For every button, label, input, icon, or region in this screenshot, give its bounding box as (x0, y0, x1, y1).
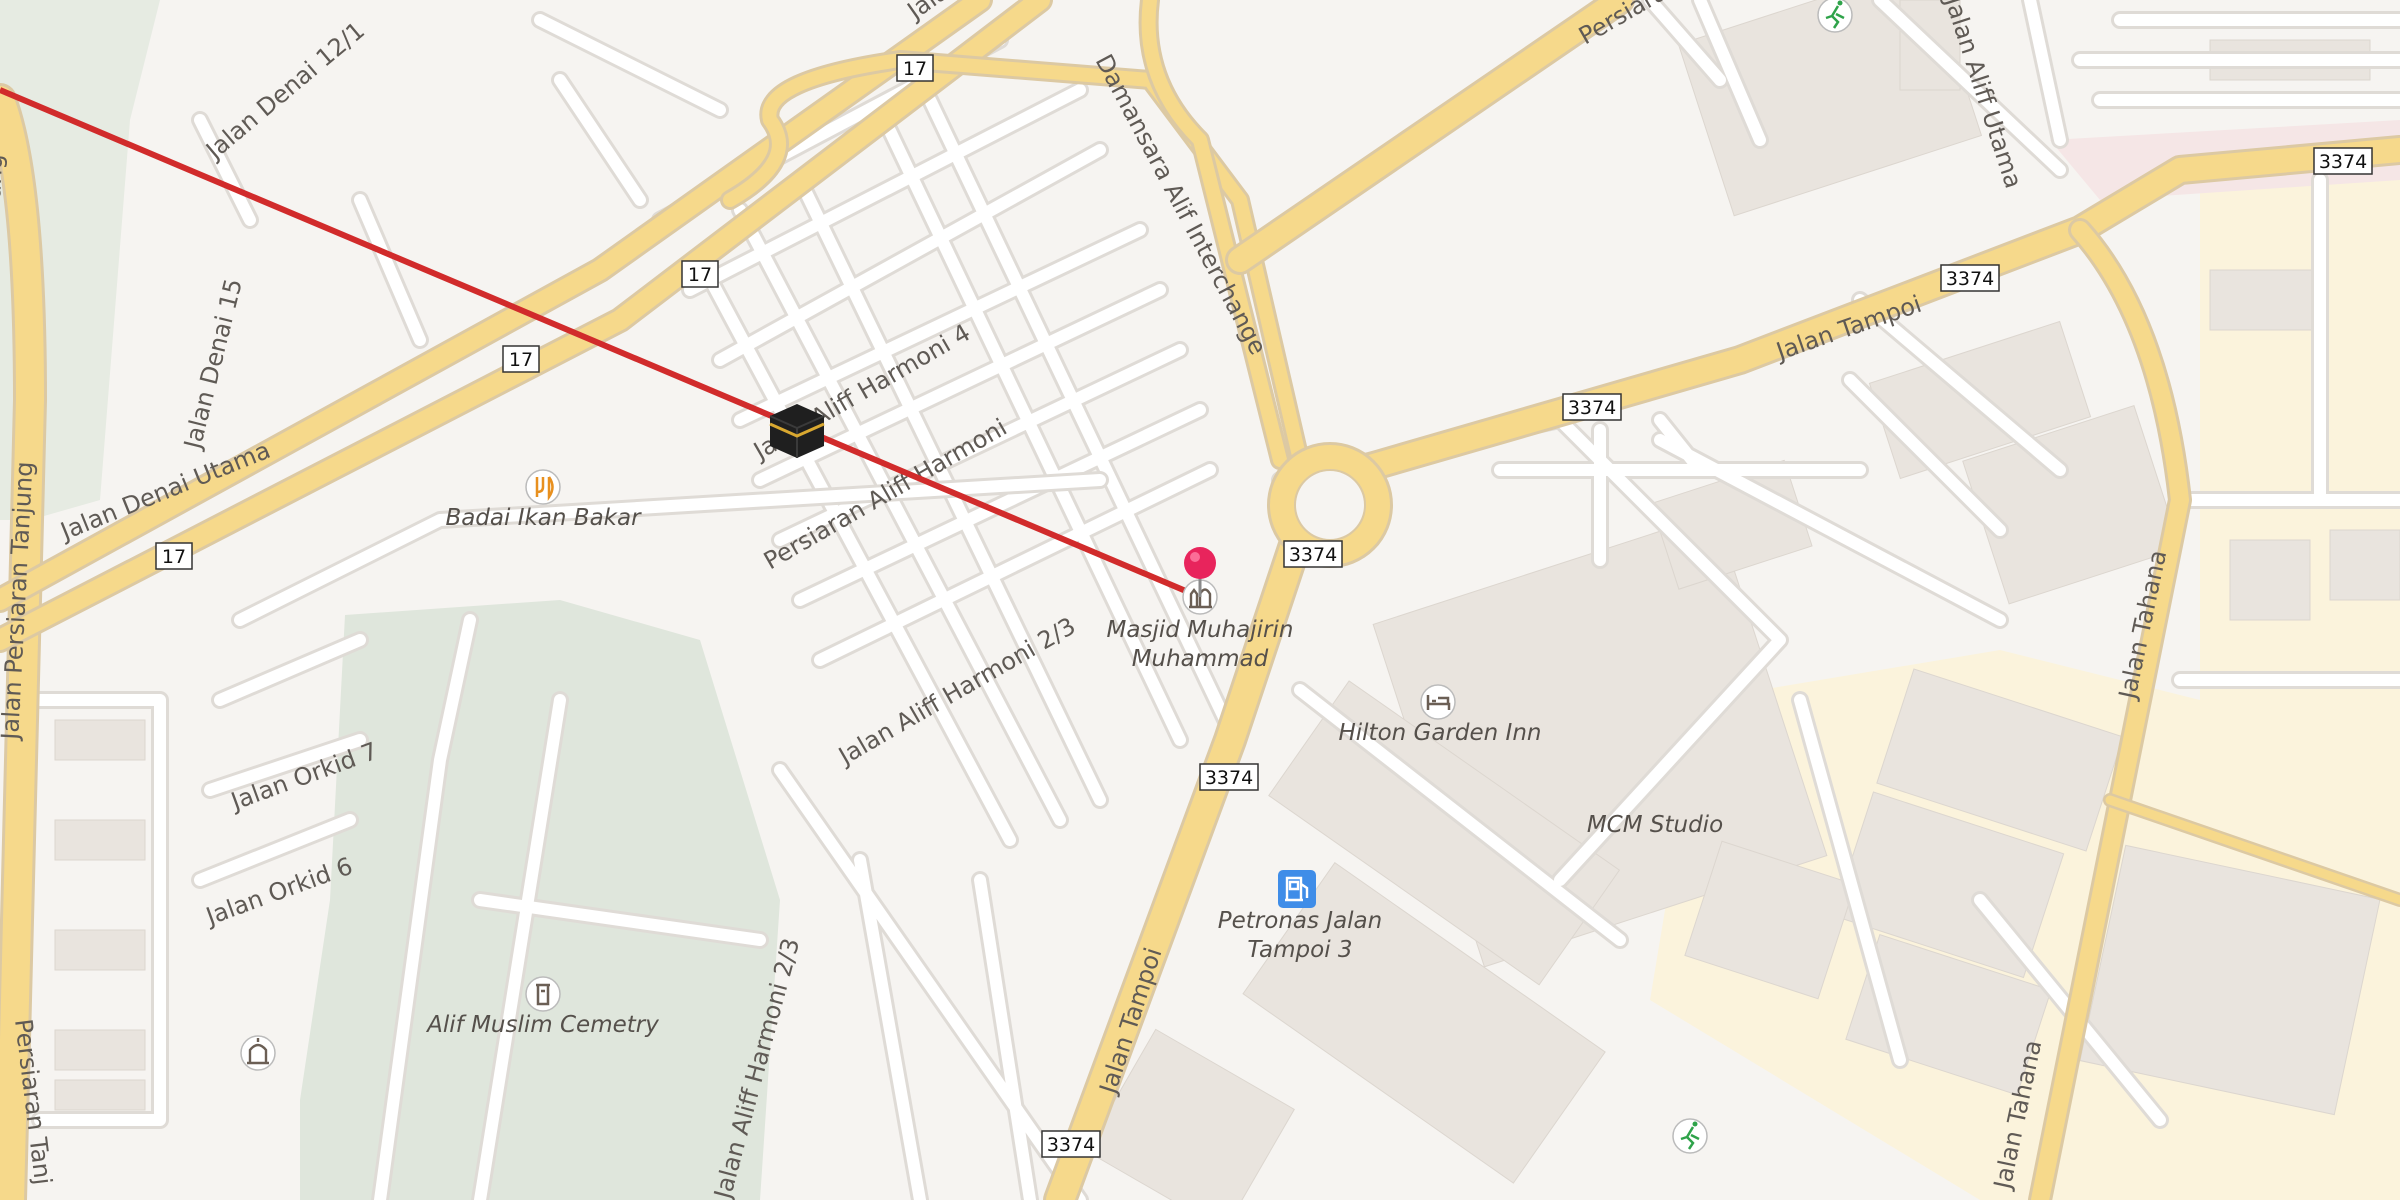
shield-3374-a: 3374 (2313, 147, 2373, 175)
svg-text:17: 17 (509, 349, 533, 371)
shield-17-d: 17 (155, 542, 193, 570)
poi-sports-top[interactable] (1817, 0, 1853, 33)
shield-3374-d: 3374 (1283, 540, 1343, 568)
shield-3374-f: 3374 (1041, 1130, 1101, 1158)
poi-label-petronas-1: Petronas Jalan (1218, 908, 1382, 934)
svg-text:3374: 3374 (1568, 397, 1616, 419)
poi-sports-bottom[interactable] (1672, 1118, 1708, 1154)
svg-text:17: 17 (903, 58, 927, 80)
shield-17-c: 17 (502, 345, 540, 373)
svg-text:3374: 3374 (1205, 767, 1253, 789)
shield-3374-b: 3374 (1940, 264, 2000, 292)
poi-mosque-small[interactable] (240, 1035, 276, 1071)
bed-icon (1420, 684, 1456, 720)
poi-label-masjid-1: Masjid Muhajirin (1107, 617, 1294, 643)
svg-text:17: 17 (688, 264, 712, 286)
poi-label-hilton: Hilton Garden Inn (1338, 720, 1541, 746)
shield-17-a: 17 (896, 54, 934, 82)
svg-text:3374: 3374 (1289, 544, 1337, 566)
svg-text:3374: 3374 (1047, 1134, 1095, 1156)
poi-label-mcm-studio[interactable]: MCM Studio (1587, 812, 1723, 838)
poi-label-cemetery: Alif Muslim Cemetry (425, 1012, 659, 1038)
poi-label-petronas-2: Tampoi 3 (1247, 937, 1352, 963)
cemetery-icon (525, 976, 561, 1012)
svg-text:3374: 3374 (2319, 151, 2367, 173)
poi-label-badai: Badai Ikan Bakar (445, 505, 642, 531)
shield-17-b: 17 (681, 260, 719, 288)
svg-text:17: 17 (162, 546, 186, 568)
shield-3374-e: 3374 (1199, 763, 1259, 791)
svg-text:3374: 3374 (1946, 268, 1994, 290)
shield-3374-c: 3374 (1562, 393, 1622, 421)
poi-label-masjid-2: Muhammad (1132, 646, 1269, 672)
map-canvas[interactable]: Jalan Denai 12/1 Jalan Denai 15 Jalan De… (0, 0, 2400, 1200)
